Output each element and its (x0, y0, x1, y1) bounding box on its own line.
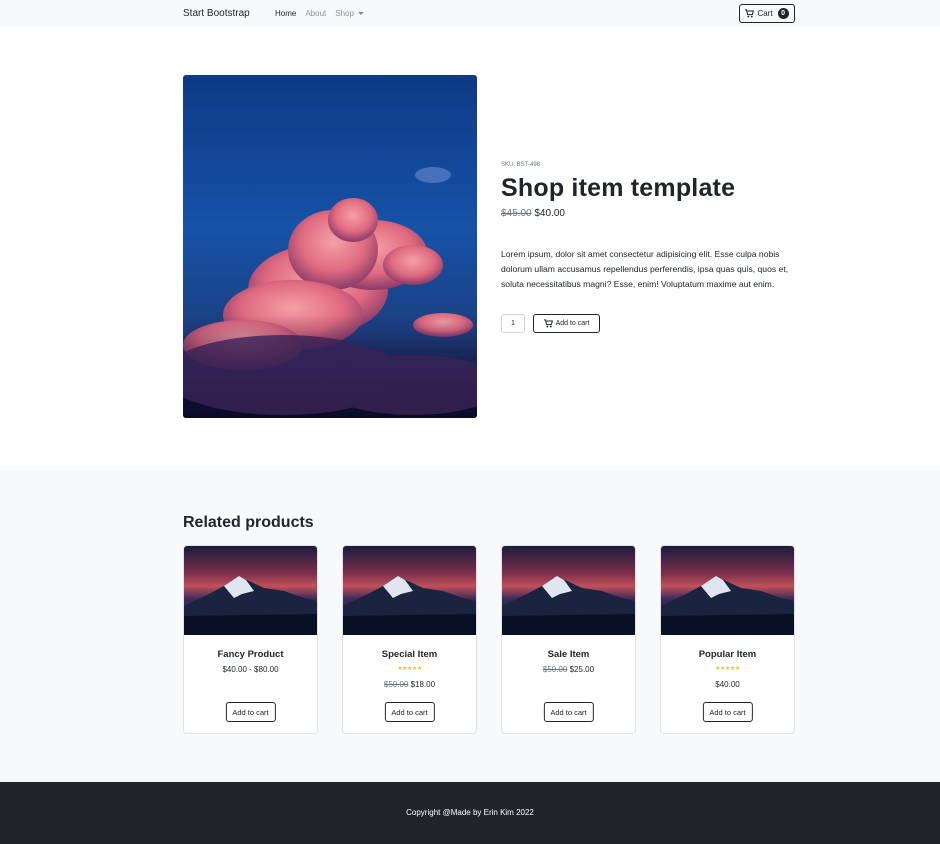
card-price: $50.00 $18.00 (343, 680, 476, 689)
card-price: $50.00 $25.00 (502, 665, 635, 674)
product-old-price: $45.00 (501, 208, 532, 219)
card-image (502, 546, 635, 635)
product-card: Sale Item $50.00 $25.00 Add to cart (501, 545, 636, 734)
chevron-down-icon (357, 12, 364, 16)
card-image (661, 546, 794, 635)
cart-icon (543, 319, 553, 328)
nav-shop-label: Shop (335, 9, 354, 18)
nav-links: Home About Shop (275, 9, 364, 18)
card-current-price: $18.00 (410, 680, 436, 689)
product-current-price: $40.00 (534, 208, 565, 219)
card-name: Popular Item (698, 649, 757, 660)
product-price: $45.00 $40.00 (501, 208, 565, 219)
product-card: Special Item ★★★★★ $50.00 $18.00 Add to … (342, 545, 477, 734)
quantity-input[interactable] (501, 314, 525, 333)
add-to-cart-button[interactable]: Add to cart (384, 702, 435, 722)
card-name: Sale Item (547, 649, 590, 660)
cart-count-badge: 0 (777, 8, 789, 19)
cart-label: Cart (757, 9, 773, 18)
rating-stars: ★★★★★ (397, 666, 422, 672)
card-old-price: $50.00 (383, 680, 409, 689)
card-image (184, 546, 317, 635)
nav-shop-dropdown[interactable]: Shop (335, 9, 364, 18)
add-to-cart-button[interactable]: Add to cart (702, 702, 753, 722)
copyright-text: Copyright @Made by Erin Kim 2022 (406, 808, 534, 817)
cart-icon (745, 9, 755, 18)
cart-button[interactable]: Cart 0 (739, 4, 795, 23)
product-sku: SKU: BST-498 (501, 162, 541, 168)
product-description: Lorem ipsum, dolor sit amet consectetur … (501, 249, 789, 289)
brand-link[interactable]: Start Bootstrap (183, 8, 250, 19)
product-title: Shop item template (501, 174, 736, 202)
nav-about-link[interactable]: About (305, 9, 326, 18)
product-card: Popular Item ★★★★★ $40.00 Add to cart (660, 545, 795, 734)
product-card: Fancy Product $40.00 - $80.00 Add to car… (183, 545, 318, 734)
add-to-cart-button[interactable]: Add to cart (225, 702, 276, 722)
navbar: Start Bootstrap Home About Shop Cart 0 (0, 0, 940, 27)
add-to-cart-button[interactable]: Add to cart (543, 702, 594, 722)
rating-stars: ★★★★★ (715, 666, 740, 672)
card-name: Special Item (381, 649, 438, 660)
card-name: Fancy Product (217, 649, 284, 660)
footer: Copyright @Made by Erin Kim 2022 (0, 782, 940, 844)
nav-home-link[interactable]: Home (275, 9, 296, 18)
product-image (183, 75, 477, 418)
card-price: $40.00 - $80.00 (222, 665, 279, 674)
add-to-cart-button[interactable]: Add to cart (533, 314, 600, 333)
card-price: $40.00 (715, 680, 740, 689)
card-current-price: $25.00 (569, 665, 595, 674)
card-old-price: $50.00 (542, 665, 568, 674)
related-title: Related products (183, 514, 314, 531)
card-image (343, 546, 476, 635)
add-to-cart-label: Add to cart (555, 320, 590, 327)
